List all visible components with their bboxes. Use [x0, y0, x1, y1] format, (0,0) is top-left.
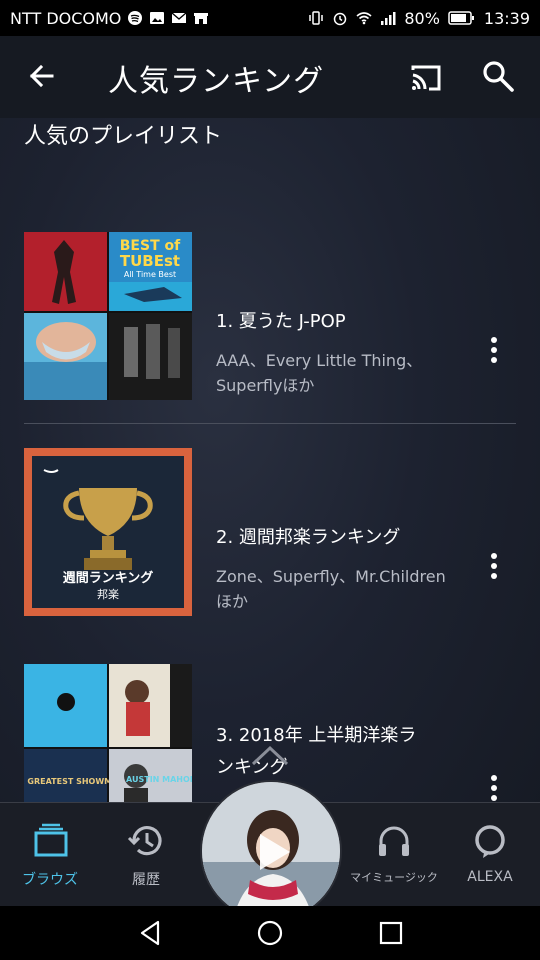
alexa-icon: [475, 825, 505, 858]
mahone-cover-text: AUSTIN MAHONE: [126, 775, 192, 784]
page-title: 人気ランキング: [108, 64, 325, 99]
back-triangle-icon[interactable]: [136, 918, 166, 948]
nav-alexa[interactable]: ALEXA: [440, 803, 540, 907]
vibrate-icon: [309, 11, 324, 25]
playlist-artists: Superflyほか: [216, 376, 315, 395]
tube-cover-text: TUBEst: [120, 252, 180, 270]
playlist-artwork: BEST of TUBEst All Time Best: [24, 232, 192, 400]
signal-icon: [381, 12, 396, 25]
playlist-title: 2. 週間邦楽ランキング: [216, 527, 401, 548]
browse-icon: [34, 823, 68, 857]
playlist-item[interactable]: 週間ランキング 邦楽 2. 週間邦楽ランキング Zone、Superfly、Mr…: [24, 448, 516, 618]
playlist-artwork: 週間ランキング 邦楽: [24, 448, 192, 616]
more-options-icon[interactable]: [482, 330, 506, 370]
mail-icon: [171, 12, 187, 23]
divider: [24, 423, 516, 424]
clock: 13:39: [483, 8, 530, 28]
battery-percent: 80%: [404, 8, 440, 28]
headphones-icon: [379, 826, 409, 856]
nav-alexa-label: ALEXA: [467, 869, 513, 885]
status-bar: NTT DOCOMO 80% 13:39: [0, 0, 540, 36]
cast-icon[interactable]: [408, 60, 444, 96]
now-playing-button[interactable]: [200, 780, 342, 922]
wifi-icon: [356, 12, 372, 25]
app-header: 人気ランキング: [0, 36, 540, 118]
nav-my-music-label: マイミュージック: [350, 871, 438, 884]
nav-browse-label: ブラウズ: [22, 872, 78, 888]
nav-my-music[interactable]: マイミュージック: [344, 803, 444, 907]
more-options-icon[interactable]: [482, 546, 506, 586]
chevron-up-icon[interactable]: [249, 742, 291, 768]
back-arrow-icon[interactable]: [24, 58, 60, 94]
image-icon: [150, 12, 165, 24]
home-circle-icon[interactable]: [255, 918, 285, 948]
weekly-ranking-label: 週間ランキング: [63, 570, 154, 586]
app-screen: 人気ランキング 人気のプレイリスト BEST of TUBEst All Tim…: [0, 36, 540, 906]
play-icon: [260, 834, 290, 870]
playlist-title: 1. 夏うた J-POP: [216, 311, 346, 332]
spotify-icon: [128, 11, 143, 25]
store-icon: [194, 13, 209, 24]
playlist-artists: ほか: [216, 592, 249, 611]
nav-history-label: 履歴: [132, 872, 160, 888]
playlist-artists: AAA、Every Little Thing、: [216, 351, 423, 370]
recent-apps-icon[interactable]: [376, 918, 406, 948]
history-icon: [127, 826, 162, 856]
section-title: 人気のプレイリスト: [24, 124, 223, 149]
nav-history[interactable]: 履歴: [96, 803, 196, 907]
android-nav-bar: [0, 906, 540, 960]
carrier-label: NTT DOCOMO: [10, 8, 122, 28]
weekly-ranking-genre: 邦楽: [97, 588, 119, 601]
playlist-item[interactable]: BEST of TUBEst All Time Best 1. 夏うた J-PO…: [24, 232, 516, 402]
search-icon[interactable]: [480, 58, 516, 94]
tube-cover-text: All Time Best: [124, 270, 176, 279]
nav-browse[interactable]: ブラウズ: [0, 803, 100, 907]
battery-icon: [448, 11, 474, 25]
playlist-artists: Zone、Superfly、Mr.Children: [216, 567, 446, 586]
alarm-icon: [334, 12, 347, 26]
